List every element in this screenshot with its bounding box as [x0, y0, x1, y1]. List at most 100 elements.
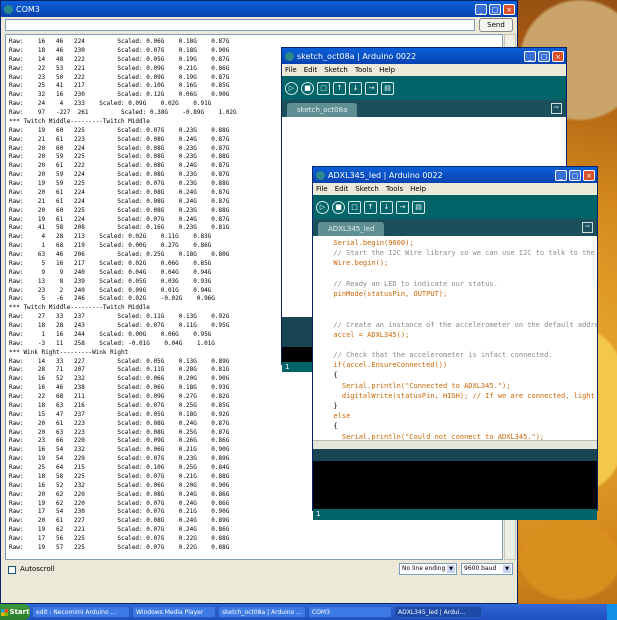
system-tray [607, 604, 617, 620]
menu-edit[interactable]: Edit [335, 185, 349, 193]
sketch-titlebar[interactable]: sketch_oct08a | Arduino 0022 _ □ × [282, 48, 566, 64]
new-icon[interactable]: □ [348, 200, 361, 214]
chevron-down-icon: ▼ [503, 565, 511, 573]
tab-menu-icon[interactable]: ⇨ [551, 103, 562, 114]
autoscroll-checkbox[interactable] [8, 566, 16, 574]
task-adxl345[interactable]: ADXL345_led | Ardui... [394, 606, 482, 618]
serial-input[interactable] [5, 19, 475, 31]
code-line: if(accel.EnsureConnected()) [325, 361, 448, 370]
maximize-icon[interactable]: □ [489, 3, 501, 15]
code-line: pinMode(statusPin, OUTPUT); [325, 289, 448, 298]
line-ending-value: No line ending [402, 565, 446, 572]
taskbar: Start edit : Necomimi Arduino ... Window… [0, 604, 617, 620]
line-ending-select[interactable]: No line ending ▼ [399, 563, 457, 575]
com3-titlebar[interactable]: COM3 _ □ × [1, 1, 517, 17]
window-title: COM3 [16, 4, 40, 14]
status-bar: 1 [313, 509, 597, 520]
tab-sketch[interactable]: sketch_oct08a [287, 103, 358, 117]
code-line: else [325, 412, 351, 421]
tab-menu-icon[interactable]: ⇨ [582, 222, 593, 233]
code-line: // Start the I2C Wire library so we can … [325, 249, 597, 258]
code-line: // Ready an LED to indicate our status. [325, 279, 498, 288]
tab-bar: sketch_oct08a ⇨ [282, 100, 566, 117]
stop-icon[interactable]: ■ [332, 200, 345, 214]
window-title: sketch_oct08a | Arduino 0022 [297, 51, 417, 61]
serial-icon [4, 4, 13, 14]
task-edit-necomimi[interactable]: edit : Necomimi Arduino ... [32, 606, 130, 618]
upload-icon[interactable]: → [396, 200, 409, 214]
menubar: File Edit Sketch Tools Help [313, 183, 597, 195]
task-com3[interactable]: COM3 [308, 606, 392, 618]
code-line: // Create an instance of the acceleromet… [325, 320, 597, 329]
serial-line: Raw: 16 46 224 Scaled: 0.06G 0.18G 0.87G [9, 38, 230, 45]
code-line: { [325, 422, 338, 431]
code-line: accel = ADXL345(); [325, 330, 410, 339]
upload-icon[interactable]: → [365, 81, 378, 95]
code-line: // Check that the accelerometer is infac… [325, 351, 553, 360]
windows-logo-icon [0, 608, 8, 616]
menu-edit[interactable]: Edit [304, 66, 318, 74]
menu-sketch[interactable]: Sketch [355, 185, 379, 193]
code-line: Wire.begin(); [325, 259, 389, 268]
code-line: Serial.println("Connected to ADXL345."); [325, 381, 511, 390]
start-label: Start [9, 608, 30, 616]
minimize-icon[interactable]: _ [524, 50, 536, 62]
serial-monitor-icon[interactable]: ▤ [412, 200, 425, 214]
task-sketch[interactable]: sketch_oct08a | Arduino ... [218, 606, 306, 618]
code-line: Serial.begin(9600); [325, 239, 414, 247]
arduino-icon [285, 51, 294, 61]
stop-icon[interactable]: ■ [301, 81, 314, 95]
baud-value: 9600 baud [464, 565, 497, 572]
arduino-icon [316, 170, 325, 180]
verify-icon[interactable]: ▷ [316, 200, 329, 214]
open-icon[interactable]: ↑ [364, 200, 377, 214]
toolbar: ▷ ■ □ ↑ ↓ → ▤ [282, 76, 566, 100]
new-icon[interactable]: □ [317, 81, 330, 95]
verify-icon[interactable]: ▷ [285, 81, 298, 95]
task-media-player[interactable]: Windows Media Player [132, 606, 216, 618]
console-output [313, 461, 597, 509]
adxl-titlebar[interactable]: ADXL345_led | Arduino 0022 _ □ × [313, 167, 597, 183]
autoscroll-label: Autoscroll [20, 565, 55, 573]
close-icon[interactable]: × [552, 50, 564, 62]
serial-line: Raw: 19 62 221 Scaled: 0.07G 0.24G 0.86G [9, 526, 230, 534]
maximize-icon[interactable]: □ [569, 169, 581, 181]
menu-file[interactable]: File [316, 185, 328, 193]
adxl345-window: ADXL345_led | Arduino 0022 _ □ × File Ed… [312, 166, 598, 520]
start-button[interactable]: Start [0, 604, 30, 620]
close-icon[interactable]: × [503, 3, 515, 15]
toolbar: ▷ ■ □ ↑ ↓ → ▤ [313, 195, 597, 219]
menu-sketch[interactable]: Sketch [324, 66, 348, 74]
close-icon[interactable]: × [583, 169, 595, 181]
menu-tools[interactable]: Tools [355, 66, 372, 74]
tab-bar: ADXL345_led ⇨ [313, 219, 597, 236]
code-editor[interactable]: Serial.begin(9600); // Start the I2C Wir… [313, 236, 597, 440]
baud-select[interactable]: 9600 baud ▼ [461, 563, 513, 575]
menu-tools[interactable]: Tools [386, 185, 403, 193]
horizontal-scrollbar[interactable] [313, 440, 597, 449]
minimize-icon[interactable]: _ [555, 169, 567, 181]
tab-adxl345[interactable]: ADXL345_led [318, 222, 385, 236]
code-line: Serial.println("Could not connect to ADX… [325, 432, 545, 440]
code-line: } [325, 402, 338, 410]
save-icon[interactable]: ↓ [349, 81, 362, 95]
code-line: { [325, 371, 338, 380]
serial-monitor-icon[interactable]: ▤ [381, 81, 394, 95]
menu-file[interactable]: File [285, 66, 297, 74]
console-header [313, 449, 597, 461]
open-icon[interactable]: ↑ [333, 81, 346, 95]
menubar: File Edit Sketch Tools Help [282, 64, 566, 76]
send-button[interactable]: Send [479, 18, 513, 32]
minimize-icon[interactable]: _ [475, 3, 487, 15]
serial-line: Raw: 17 56 225 Scaled: 0.07G 0.22G 0.88G [9, 535, 230, 542]
menu-help[interactable]: Help [410, 185, 426, 193]
maximize-icon[interactable]: □ [538, 50, 550, 62]
menu-help[interactable]: Help [379, 66, 395, 74]
save-icon[interactable]: ↓ [380, 200, 393, 214]
code-line: digitalWrite(statusPin, HIGH); // If we … [325, 391, 597, 400]
window-title: ADXL345_led | Arduino 0022 [328, 170, 443, 180]
